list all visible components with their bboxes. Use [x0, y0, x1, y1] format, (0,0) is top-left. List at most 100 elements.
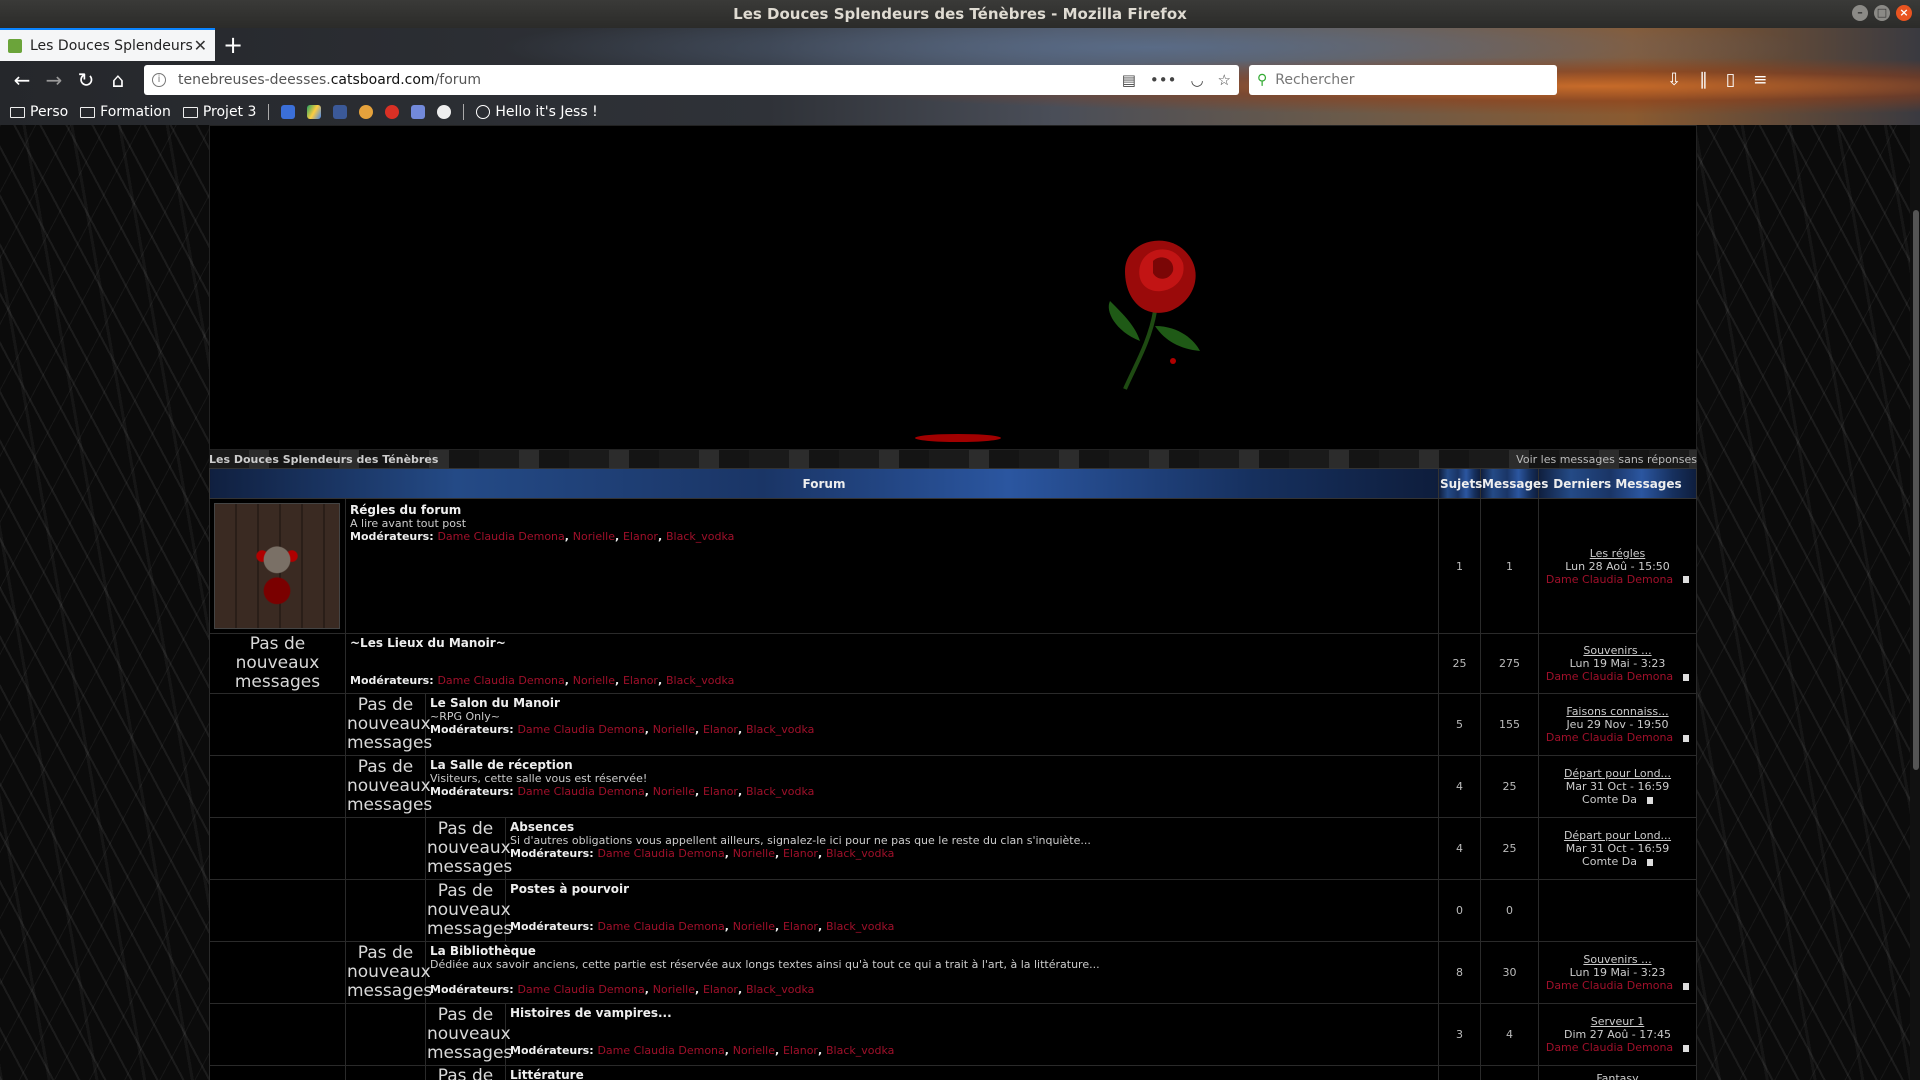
forum-title-link[interactable]: ~Les Lieux du Manoir~: [350, 636, 1434, 650]
moderator-link[interactable]: Norielle: [573, 530, 615, 543]
moderator-link[interactable]: Norielle: [733, 847, 775, 860]
github-icon[interactable]: [437, 105, 452, 119]
last-topic-link[interactable]: Fantasy: [1540, 1072, 1695, 1080]
last-topic-link[interactable]: Serveur 1: [1540, 1015, 1695, 1028]
moderator-link[interactable]: Dame Claudia Demona: [517, 723, 644, 736]
unanswered-link[interactable]: Voir les messages sans réponses: [1516, 453, 1697, 466]
moderator-link[interactable]: Elanor: [623, 530, 658, 543]
goto-post-icon[interactable]: [1683, 673, 1690, 681]
forum-title-link[interactable]: Littérature: [510, 1068, 1434, 1080]
moderator-link[interactable]: Dame Claudia Demona: [437, 530, 564, 543]
minimize-icon[interactable]: –: [1852, 5, 1868, 21]
moderator-link[interactable]: Norielle: [573, 674, 615, 687]
moderator-link[interactable]: Black_vodka: [826, 1044, 894, 1057]
facebook-icon[interactable]: [333, 105, 348, 119]
goto-post-icon[interactable]: [1646, 858, 1653, 866]
moderator-link[interactable]: Dame Claudia Demona: [597, 847, 724, 860]
reader-view-icon[interactable]: ▤: [1122, 71, 1136, 89]
moderator-link[interactable]: Elanor: [703, 983, 738, 996]
downloads-icon[interactable]: ⇩: [1667, 70, 1681, 90]
last-author-link[interactable]: Dame Claudia Demona: [1546, 670, 1673, 683]
forum-title-link[interactable]: Histoires de vampires...: [510, 1006, 1434, 1020]
moderator-link[interactable]: Norielle: [733, 1044, 775, 1057]
last-topic-link[interactable]: Faisons connaiss...: [1540, 705, 1695, 718]
close-icon[interactable]: ×: [1896, 5, 1912, 21]
info-icon[interactable]: i: [152, 73, 166, 87]
forum-title-link[interactable]: La Salle de réception: [430, 758, 1434, 772]
moderator-link[interactable]: Black_vodka: [746, 785, 814, 798]
moderator-link[interactable]: Elanor: [703, 723, 738, 736]
goto-post-icon[interactable]: [1683, 1044, 1690, 1052]
last-author-link[interactable]: Dame Claudia Demona: [1546, 1041, 1673, 1054]
forum-title-link[interactable]: Régles du forum: [350, 503, 1434, 517]
moderator-link[interactable]: Elanor: [703, 785, 738, 798]
moderator-link[interactable]: Dame Claudia Demona: [597, 920, 724, 933]
calendar-icon[interactable]: [281, 105, 296, 119]
last-topic-link[interactable]: Souvenirs ...: [1540, 953, 1695, 966]
moderator-link[interactable]: Elanor: [783, 1044, 818, 1057]
drive-icon[interactable]: [307, 105, 322, 119]
library-icon[interactable]: ∥: [1699, 70, 1708, 90]
forum-title-link[interactable]: Postes à pourvoir: [510, 882, 1434, 896]
goto-post-icon[interactable]: [1646, 796, 1653, 804]
last-topic-link[interactable]: Départ pour Lond...: [1540, 767, 1695, 780]
last-author-link[interactable]: Dame Claudia Demona: [1546, 573, 1673, 586]
moderator-link[interactable]: Dame Claudia Demona: [437, 674, 564, 687]
moderator-link[interactable]: Norielle: [653, 983, 695, 996]
page-scrollbar[interactable]: [1910, 125, 1920, 1080]
chat-icon[interactable]: [385, 105, 400, 119]
home-button[interactable]: ⌂: [102, 64, 134, 96]
last-topic-link[interactable]: Souvenirs ...: [1540, 644, 1695, 657]
tab-forum[interactable]: Les Douces Splendeurs d ✕: [0, 28, 215, 61]
bookmark-hello-jess[interactable]: Hello it's Jess !: [476, 104, 598, 120]
sidebar-icon[interactable]: ▯: [1726, 70, 1735, 90]
goto-post-icon[interactable]: [1683, 576, 1690, 583]
last-author-link[interactable]: Comte Da: [1582, 793, 1637, 806]
moderator-link[interactable]: Black_vodka: [746, 723, 814, 736]
openclassrooms-icon[interactable]: [359, 105, 374, 119]
maximize-icon[interactable]: □: [1874, 5, 1890, 21]
new-tab-button[interactable]: +: [215, 28, 251, 61]
pocket-icon[interactable]: ◡: [1190, 71, 1203, 89]
scrollbar-thumb[interactable]: [1913, 210, 1919, 770]
reload-button[interactable]: ↻: [70, 64, 102, 96]
forum-title-link[interactable]: La Bibliothèque: [430, 944, 1434, 958]
goto-post-icon[interactable]: [1683, 734, 1690, 742]
moderator-link[interactable]: Elanor: [783, 847, 818, 860]
moderator-link[interactable]: Black_vodka: [666, 530, 734, 543]
moderator-link[interactable]: Norielle: [653, 785, 695, 798]
last-author-link[interactable]: Dame Claudia Demona: [1546, 979, 1673, 992]
moderator-link[interactable]: Black_vodka: [826, 847, 894, 860]
search-bar[interactable]: ⚲ Rechercher: [1249, 65, 1557, 95]
bookmark-folder-formation[interactable]: Formation: [80, 104, 171, 120]
moderator-link[interactable]: Black_vodka: [666, 674, 734, 687]
moderator-link[interactable]: Norielle: [733, 920, 775, 933]
bookmark-star-icon[interactable]: ☆: [1218, 71, 1231, 89]
forward-button[interactable]: →: [38, 64, 70, 96]
moderator-link[interactable]: Elanor: [783, 920, 818, 933]
moderator-link[interactable]: Black_vodka: [826, 920, 894, 933]
last-author-link[interactable]: Dame Claudia Demona: [1546, 731, 1673, 744]
tab-close-icon[interactable]: ✕: [194, 36, 207, 55]
back-button[interactable]: ←: [6, 64, 38, 96]
url-text[interactable]: tenebreuses-deesses.catsboard.com/forum: [178, 72, 1122, 88]
page-actions-icon[interactable]: •••: [1150, 71, 1177, 89]
bookmark-folder-perso[interactable]: Perso: [10, 104, 68, 120]
forum-title-link[interactable]: Absences: [510, 820, 1434, 834]
forum-title-link[interactable]: Le Salon du Manoir: [430, 696, 1434, 710]
moderator-link[interactable]: Black_vodka: [746, 983, 814, 996]
moderator-link[interactable]: Dame Claudia Demona: [517, 785, 644, 798]
url-bar[interactable]: i tenebreuses-deesses.catsboard.com/foru…: [144, 65, 1239, 95]
moderator-link[interactable]: Dame Claudia Demona: [597, 1044, 724, 1057]
moderator-link[interactable]: Elanor: [623, 674, 658, 687]
goto-post-icon[interactable]: [1683, 982, 1690, 990]
breadcrumb-home-link[interactable]: Les Douces Splendeurs des Ténèbres: [209, 453, 438, 466]
last-author-link[interactable]: Comte Da: [1582, 855, 1637, 868]
discord-icon[interactable]: [411, 105, 426, 119]
last-topic-link[interactable]: Les régles: [1540, 547, 1695, 560]
moderator-link[interactable]: Dame Claudia Demona: [517, 983, 644, 996]
last-topic-link[interactable]: Départ pour Lond...: [1540, 829, 1695, 842]
bookmark-folder-projet3[interactable]: Projet 3: [182, 104, 256, 120]
moderator-link[interactable]: Norielle: [653, 723, 695, 736]
menu-icon[interactable]: ≡: [1753, 70, 1767, 90]
